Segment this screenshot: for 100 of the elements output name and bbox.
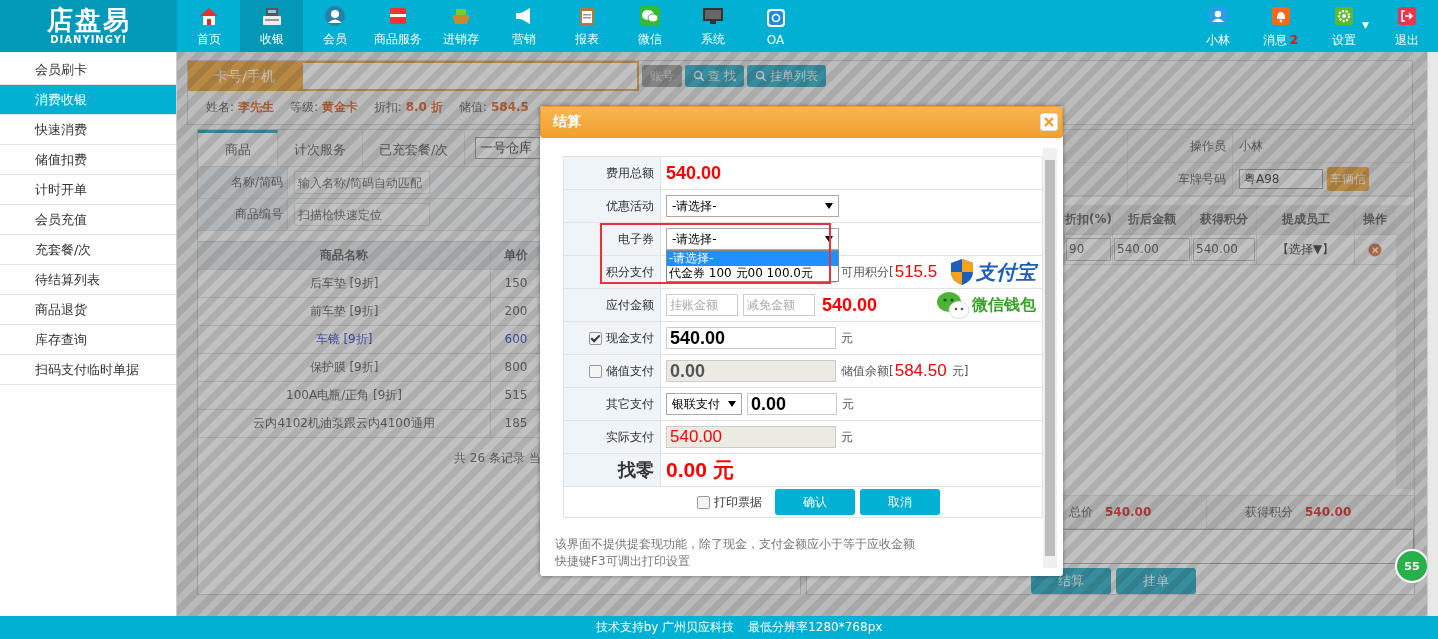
change-amount: 0.00 元 [666, 457, 734, 483]
dialog-title: 结算 [553, 113, 581, 131]
sidebar-item[interactable]: 储值扣费 [0, 145, 176, 175]
summary-value: 540.00 [1105, 505, 1152, 519]
field-label: 实际支付 [606, 428, 654, 446]
dialog-button[interactable]: 取消 [859, 489, 940, 515]
card-number-field[interactable] [301, 61, 639, 91]
staff-select[interactable]: 【选择▼】 [1276, 241, 1335, 258]
caret-icon [825, 203, 833, 209]
tab[interactable]: 计次服务 [278, 130, 363, 166]
dropdown[interactable]: -请选择- [666, 228, 839, 250]
field-label: 费用总额 [606, 164, 654, 182]
field-label: 优惠活动 [606, 197, 654, 215]
nav-item[interactable]: 进销存 [429, 0, 492, 52]
sidebar-item[interactable]: 待结算列表 [0, 265, 176, 295]
nav-item[interactable]: 微信 [618, 0, 681, 52]
vehicle-info-button[interactable]: 车辆信 [1327, 167, 1369, 191]
column-header: 获得积分 [1192, 205, 1257, 234]
checkbox-label: 打印票据 [713, 493, 762, 511]
header-menu-item[interactable]: 退出 [1375, 0, 1438, 52]
payment-method-select[interactable]: 银联支付 [666, 393, 742, 415]
sidebar-item[interactable]: 库存查询 [0, 325, 176, 355]
balance-label: 储值余额[ [841, 362, 894, 380]
nav-item[interactable]: 收银 [240, 0, 303, 52]
header-menu-item[interactable]: 设置 ▼ [1312, 0, 1375, 52]
dialog-button[interactable]: 确认 [774, 489, 855, 515]
table-cell: 保护膜 [9折] [198, 354, 491, 381]
sidebar-item[interactable]: 扫码支付临时单据 [0, 355, 176, 385]
member-info: 折扣: 8.0 折 [373, 99, 444, 116]
user-icon [1207, 6, 1228, 26]
unit-label: 元 [841, 428, 853, 446]
unit-label: 元 [841, 329, 853, 347]
nav-item[interactable]: 会员 [303, 0, 366, 52]
checkbox[interactable] [696, 495, 710, 509]
header-menu-item[interactable]: 小林 [1186, 0, 1249, 52]
search-field[interactable]: 输入名称/简码自动匹配 [294, 171, 430, 194]
table-cell: 前车垫 [9折] [198, 298, 491, 325]
close-button[interactable] [1040, 113, 1058, 131]
tab[interactable]: 商品 [198, 130, 278, 166]
payment-logo: 微信钱包 [936, 291, 1036, 319]
chat-bubble-icon [637, 4, 662, 28]
action-button[interactable]: 挂单 [1116, 568, 1196, 594]
column-header: 提成员工 [1257, 205, 1355, 234]
operator-name: 小林 [1238, 137, 1263, 155]
member-button[interactable]: 挂单列表 [746, 65, 826, 87]
help-text: 快捷键F3可调出打印设置 [555, 553, 691, 570]
column-header: 折扣(%) [1065, 205, 1113, 234]
dropdown-option[interactable]: -请选择- [667, 251, 838, 266]
summary-label: 总价 [1069, 503, 1093, 521]
caret-icon [728, 401, 736, 407]
field-label: 其它支付 [606, 395, 654, 413]
field-label: 操作员 [1128, 130, 1233, 162]
sidebar-item[interactable]: 消费收银 [0, 85, 176, 115]
logo[interactable]: 店盘易 DIANYINGYI [0, 0, 177, 52]
table-input[interactable]: 540.00 [1193, 238, 1255, 261]
field-label: 积分支付 [606, 263, 654, 281]
caret-icon: ▼ [1362, 20, 1369, 30]
sidebar-item[interactable]: 会员充值 [0, 205, 176, 235]
message-count: 2 [1289, 33, 1299, 47]
balance-value: 515.5 [894, 262, 938, 282]
person-icon [322, 4, 347, 28]
table-cell: 100A电瓶/正角 [9折] [198, 382, 491, 409]
settings-icon [1333, 6, 1354, 26]
table-input[interactable]: 540.00 [1114, 238, 1190, 261]
member-info: 储值: 584.5 [459, 99, 529, 116]
sidebar-item[interactable]: 商品退货 [0, 295, 176, 325]
total-amount: 540.00 [666, 162, 722, 184]
column-header: 折后金额 [1113, 205, 1192, 234]
nav-item[interactable]: 首页 [177, 0, 240, 52]
payment-logo: 支付宝 [950, 258, 1036, 286]
sidebar-item[interactable]: 充套餐/次 [0, 235, 176, 265]
help-text: 该界面不提供提套现功能，除了现金，支付金额应小于等于应收金额 [555, 536, 916, 553]
column-header: 商品名称 [198, 242, 491, 269]
summary-value: 540.00 [1305, 505, 1352, 519]
amount-field[interactable]: 减免金额 [743, 294, 815, 316]
payment-field[interactable]: 0.00 [747, 393, 837, 415]
paid-field: 540.00 [666, 426, 836, 448]
member-button[interactable]: 查 找 [685, 65, 744, 87]
nav-item[interactable]: 系统 [681, 0, 744, 52]
unit-label: 元] [951, 362, 969, 380]
nav-item[interactable]: 营销 [492, 0, 555, 52]
sidebar-item[interactable]: 快速消费 [0, 115, 176, 145]
tab[interactable]: 已充套餐/次 [363, 130, 466, 166]
shield-icon [950, 258, 974, 286]
nav-item[interactable]: 报表 [555, 0, 618, 52]
nav-item[interactable]: OA [744, 0, 807, 52]
sidebar-item[interactable]: 计时开单 [0, 175, 176, 205]
payment-field[interactable]: 540.00 [666, 327, 836, 349]
amount-field[interactable]: 挂账金额 [666, 294, 738, 316]
balance-value: 584.50 [894, 361, 947, 381]
close-icon [1044, 117, 1054, 127]
plate-select[interactable]: 粤A98 [1239, 169, 1323, 189]
header-menu-item[interactable]: 消息 2 [1249, 0, 1312, 52]
checkbox[interactable] [589, 331, 602, 345]
summary-label: 获得积分 [1244, 503, 1293, 521]
table-input[interactable]: 90 [1066, 238, 1111, 261]
search-field[interactable]: 扫描枪快速定位 [294, 203, 430, 226]
nav-item[interactable]: 商品服务 [366, 0, 429, 52]
bell-icon [1270, 6, 1291, 26]
dropdown[interactable]: -请选择- [666, 195, 839, 217]
